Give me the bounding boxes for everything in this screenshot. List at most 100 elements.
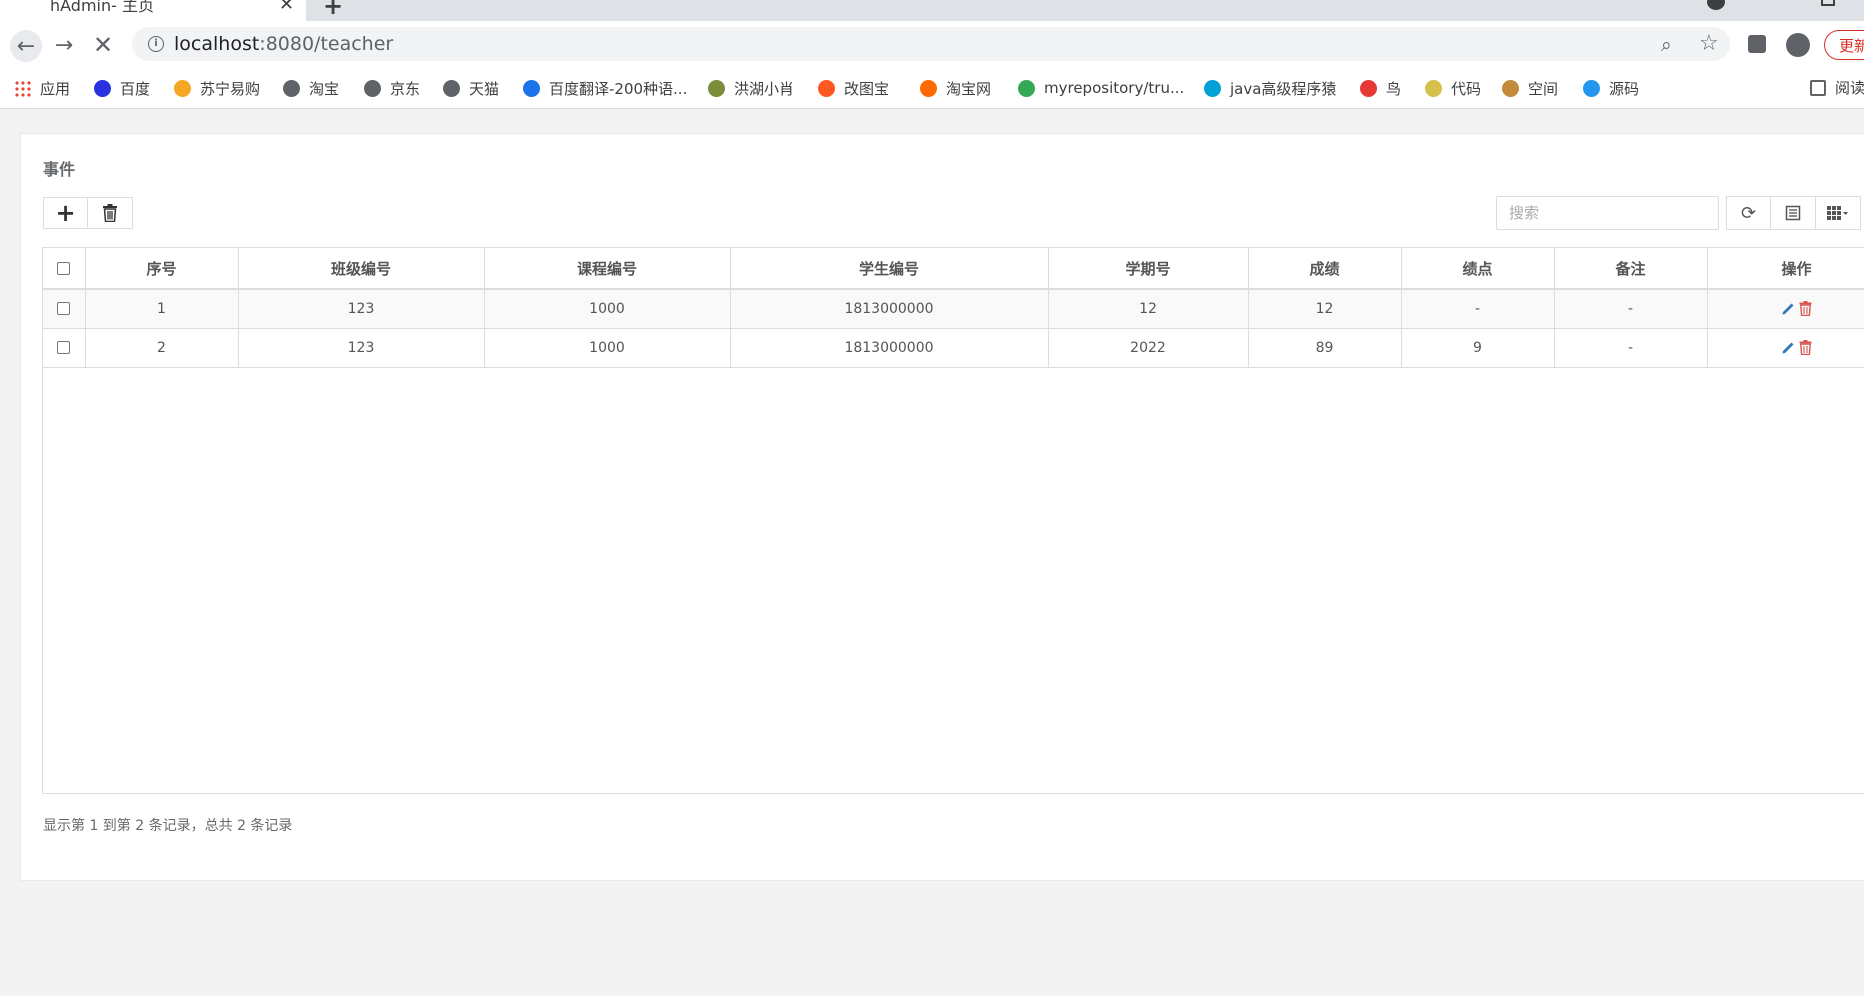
bookmark-item[interactable]: 淘宝网 [920, 77, 991, 99]
new-tab-icon[interactable]: + [323, 0, 343, 20]
table-body: 1 123 1000 1813000000 12 12- -2 123 1000 18130000… [43, 289, 1864, 368]
docker-icon [1583, 79, 1600, 97]
column-header[interactable]: 序号 [85, 248, 239, 290]
reading-list-label: 阅读清单 [1835, 79, 1864, 97]
column-header[interactable]: 课程编号 [484, 248, 731, 290]
edit-pencil-icon[interactable] [1781, 340, 1796, 355]
column-header[interactable]: 学期号 [1048, 248, 1249, 290]
table-cell: 1 [85, 289, 239, 329]
window-restore-icon[interactable] [1821, 0, 1835, 6]
reading-list-icon [1810, 79, 1826, 96]
table-cell: 2022 [1048, 328, 1249, 368]
zoom-icon[interactable]: ⌕ [1661, 34, 1672, 56]
row-actions [1708, 340, 1864, 355]
active-tab[interactable]: hAdmin- 主页 ✕ [0, 0, 306, 21]
stop-loading-icon[interactable]: ✕ [89, 31, 117, 59]
site-info-icon[interactable]: i [148, 36, 164, 52]
bookmark-star-icon[interactable]: ☆ [1699, 31, 1719, 56]
extensions-puzzle-icon[interactable] [1748, 35, 1766, 53]
column-header[interactable]: 备注 [1554, 248, 1708, 290]
close-tab-icon[interactable]: ✕ [279, 0, 294, 15]
translate-icon [523, 79, 540, 97]
table-cell: 12 [1248, 289, 1402, 329]
table-cell: 1813000000 [730, 328, 1049, 368]
table-cell: 89 [1248, 328, 1402, 368]
table-cell: - [1554, 328, 1708, 368]
code-icon [1425, 79, 1442, 97]
add-button[interactable]: + [43, 197, 88, 229]
profile-avatar-icon[interactable] [1786, 33, 1810, 57]
bookmark-item[interactable]: 洪湖小肖 [708, 77, 794, 99]
toggle-view-button[interactable] [1771, 196, 1816, 230]
plus-icon: + [55, 199, 76, 227]
refresh-button[interactable]: ⟳ [1726, 196, 1771, 230]
delete-button[interactable] [88, 197, 133, 229]
bilibili-icon [1204, 79, 1221, 97]
select-all-checkbox[interactable] [57, 262, 71, 275]
bookmark-label: 代码 [1451, 79, 1482, 98]
red-bird-icon [1360, 79, 1377, 97]
bookmark-item[interactable]: java高级程序猿 [1204, 77, 1336, 99]
url-path: :8080/teacher [259, 33, 394, 55]
column-header[interactable]: 学生编号 [730, 248, 1049, 290]
row-checkbox[interactable] [57, 302, 71, 316]
bookmark-label: 京东 [390, 79, 421, 98]
table-toolbar: + [43, 197, 133, 229]
table-cell: 1000 [484, 289, 731, 329]
bookmark-item[interactable]: 应用 [14, 77, 70, 99]
column-header[interactable]: 操作 [1707, 248, 1864, 290]
gaitubao-icon [818, 79, 835, 97]
delete-trash-icon[interactable] [1799, 340, 1812, 355]
bookmark-label: 苏宁易购 [200, 79, 261, 98]
content-panel: 事件 + ⟳ [20, 133, 1864, 881]
bird-icon [708, 79, 725, 97]
column-header[interactable]: 成绩 [1248, 248, 1402, 290]
bookmark-item[interactable]: 源码 [1583, 77, 1639, 99]
table-cell: 1813000000 [730, 289, 1049, 329]
bookmark-label: 鸟 [1386, 79, 1402, 98]
table-cell: 123 [238, 289, 485, 329]
bookmark-label: 改图宝 [844, 79, 890, 98]
page-title: 事件 [43, 160, 76, 179]
table-cell: 1000 [484, 328, 731, 368]
tab-title: hAdmin- 主页 [50, 0, 154, 15]
bookmark-item[interactable]: 淘宝 [283, 77, 339, 99]
pagination-info: 显示第 1 到第 2 条记录，总共 2 条记录 [43, 818, 293, 834]
bookmark-item[interactable]: 天猫 [443, 77, 499, 99]
address-bar[interactable]: i localhost:8080/teacher ⌕ ☆ [132, 27, 1730, 61]
tab-search-icon[interactable] [1707, 0, 1725, 10]
taobao-icon [920, 79, 937, 97]
column-header[interactable]: 绩点 [1401, 248, 1555, 290]
bookmark-label: 百度 [120, 79, 151, 98]
bookmark-item[interactable]: 百度 [94, 77, 150, 99]
url-host: localhost [174, 33, 260, 55]
list-view-icon [1785, 205, 1801, 221]
bookmark-item[interactable]: 改图宝 [818, 77, 889, 99]
bookmark-item[interactable]: 代码 [1425, 77, 1481, 99]
columns-dropdown-button[interactable] [1816, 196, 1861, 230]
bookmark-item[interactable]: 鸟 [1360, 77, 1401, 99]
bookmark-item[interactable]: 苏宁易购 [174, 77, 260, 99]
column-header[interactable]: 班级编号 [238, 248, 485, 290]
bookmark-item[interactable]: myrepository/tru... [1018, 77, 1184, 99]
reading-list-button[interactable]: 阅读清单 [1810, 77, 1864, 98]
delete-trash-icon[interactable] [1799, 301, 1812, 317]
bookmark-label: 洪湖小肖 [734, 79, 795, 98]
edit-pencil-icon[interactable] [1781, 301, 1796, 316]
bookmark-label: 源码 [1609, 79, 1640, 98]
actions-cell [1707, 328, 1864, 368]
bookmark-label: java高级程序猿 [1230, 79, 1337, 98]
bookmark-label: 百度翻译-200种语... [549, 79, 688, 98]
table-row: 2 123 1000 1813000000 2022 89 9- [43, 328, 1864, 368]
forward-arrow-icon[interactable]: → [50, 31, 78, 59]
back-arrow-icon[interactable]: ← [10, 30, 42, 62]
bookmark-item[interactable]: 百度翻译-200种语... [523, 77, 687, 99]
row-checkbox[interactable] [57, 341, 71, 354]
bookmark-item[interactable]: 京东 [364, 77, 420, 99]
update-button[interactable]: 更新 [1824, 30, 1864, 60]
select-all-cell [43, 248, 86, 290]
search-input[interactable] [1496, 196, 1719, 230]
url-text[interactable]: localhost:8080/teacher [174, 33, 393, 55]
actions-cell [1707, 289, 1864, 329]
bookmark-item[interactable]: 空间 [1502, 77, 1558, 99]
